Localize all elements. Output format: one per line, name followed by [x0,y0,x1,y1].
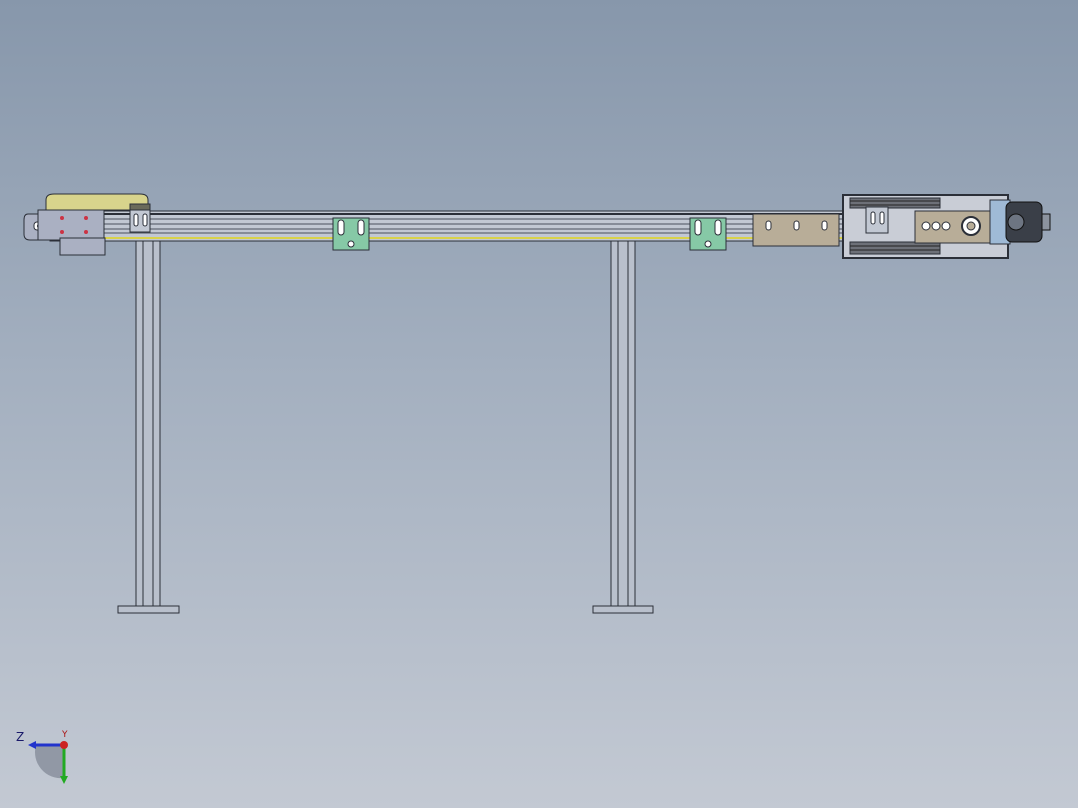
conveyor-assembly[interactable] [0,0,1078,808]
view-orientation-triad[interactable]: Z Y [14,728,78,792]
triad-z-label: Z [16,730,25,744]
mounting-bracket-1[interactable] [332,217,370,251]
graphics-viewport[interactable]: Z Y [0,0,1078,808]
drive-unit[interactable] [752,194,1051,259]
idler-end[interactable] [23,193,151,256]
support-leg-left[interactable] [117,237,180,614]
triad-y-label: Y [62,730,68,740]
mounting-bracket-2[interactable] [689,217,727,251]
support-leg-right[interactable] [592,237,654,614]
